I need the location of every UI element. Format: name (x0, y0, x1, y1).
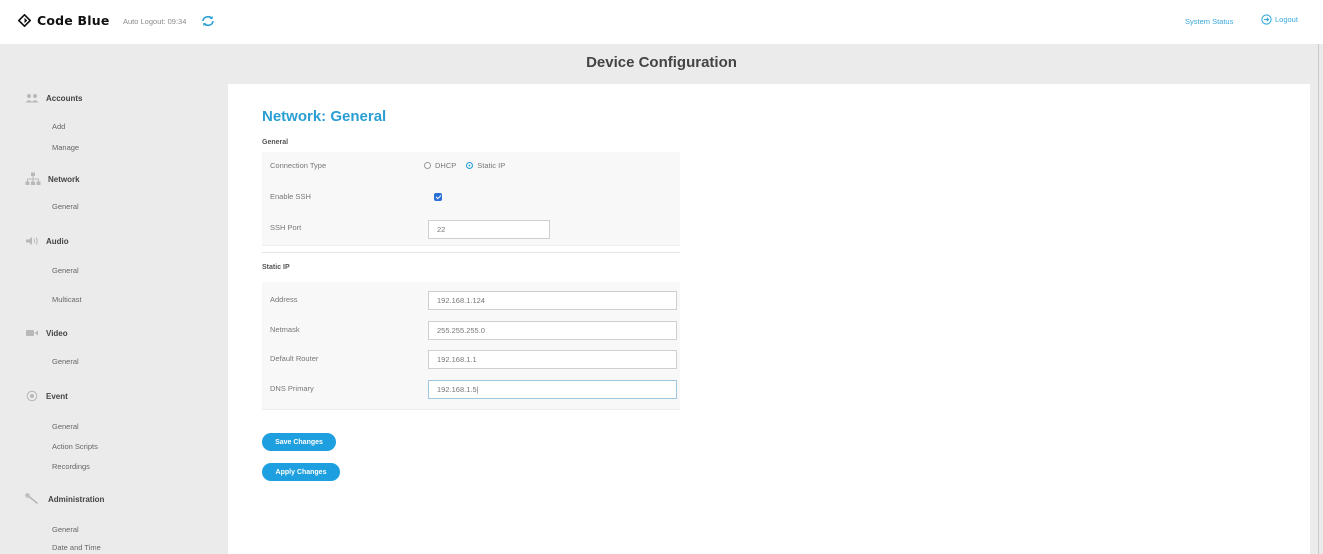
sidebar-section-label: Audio (46, 236, 69, 246)
logout-label: Logout (1275, 15, 1298, 24)
auto-logout-timer: Auto Logout: 09:34 (123, 17, 187, 26)
apply-changes-button[interactable]: Apply Changes (262, 463, 340, 481)
logo-icon (18, 14, 31, 27)
page-header-title: Device Configuration (586, 54, 737, 71)
netmask-input[interactable]: 255.255.255.0 (428, 321, 677, 340)
sidebar-section-label: Administration (48, 494, 105, 504)
sidebar-item-video-general[interactable]: General (52, 357, 79, 366)
connection-type-radios: DHCP Static IP (424, 161, 505, 170)
logout-button[interactable]: Logout (1261, 14, 1298, 25)
enable-ssh-checkbox[interactable] (434, 193, 442, 201)
right-border (1318, 44, 1319, 554)
speaker-icon (26, 237, 38, 245)
sidebar-section-audio[interactable]: Audio (25, 236, 69, 246)
netmask-label: Netmask (270, 325, 300, 334)
dhcp-radio[interactable] (424, 162, 431, 169)
sidebar-section-network[interactable]: Network (25, 172, 80, 186)
static-ip-radio[interactable] (466, 162, 474, 169)
sidebar-item-audio-general[interactable]: General (52, 266, 79, 275)
system-status-link[interactable]: System Status (1185, 17, 1233, 26)
logout-icon (1261, 14, 1272, 25)
logo: Code Blue (18, 13, 110, 28)
sidebar-item-event-recordings[interactable]: Recordings (52, 462, 90, 471)
sidebar-section-label: Accounts (46, 93, 83, 103)
sidebar-item-accounts-add[interactable]: Add (52, 122, 65, 131)
sidebar-item-audio-multicast[interactable]: Multicast (52, 295, 82, 304)
sidebar-item-administration-general[interactable]: General (52, 525, 79, 534)
sidebar-section-administration[interactable]: Administration (25, 493, 104, 505)
sidebar-item-event-action-scripts[interactable]: Action Scripts (52, 442, 98, 451)
dhcp-radio-label: DHCP (435, 161, 457, 170)
default-router-label: Default Router (270, 354, 319, 363)
address-input[interactable]: 192.168.1.124 (428, 291, 677, 310)
sidebar-item-event-general[interactable]: General (52, 422, 79, 431)
general-section-heading: General (262, 139, 289, 146)
static-ip-section-heading: Static IP (262, 264, 290, 271)
network-icon (25, 172, 41, 185)
users-icon (25, 94, 39, 103)
sidebar-item-administration-date-time[interactable]: Date and Time (52, 543, 101, 552)
sidebar-item-accounts-manage[interactable]: Manage (52, 143, 79, 152)
refresh-icon[interactable] (201, 14, 215, 32)
enable-ssh-label: Enable SSH (270, 192, 311, 201)
sidebar-section-label: Network (48, 174, 80, 184)
ssh-port-input[interactable]: 22 (428, 220, 550, 239)
save-changes-button[interactable]: Save Changes (262, 433, 336, 451)
wrench-icon (25, 493, 38, 504)
dns-primary-input[interactable]: 192.168.1.5| (428, 380, 677, 399)
right-edge (1310, 44, 1323, 554)
sidebar-section-label: Event (46, 391, 68, 401)
sidebar-section-accounts[interactable]: Accounts (25, 93, 82, 103)
page-title: Network: General (262, 108, 387, 125)
sidebar-section-video[interactable]: Video (25, 328, 68, 338)
default-router-input[interactable]: 192.168.1.1 (428, 350, 677, 369)
logo-text: Code Blue (37, 13, 110, 28)
sidebar-item-network-general[interactable]: General (52, 202, 79, 211)
static-ip-radio-label: Static IP (477, 161, 506, 170)
sidebar-section-event[interactable]: Event (25, 390, 68, 402)
sidebar (0, 84, 228, 554)
dns-primary-label: DNS Primary (270, 384, 314, 393)
address-label: Address (270, 295, 298, 304)
top-bar: Code Blue Auto Logout: 09:34 System Stat… (0, 0, 1323, 44)
connection-type-label: Connection Type (270, 161, 327, 170)
event-icon (26, 390, 38, 402)
sidebar-section-label: Video (46, 328, 68, 338)
video-camera-icon (26, 330, 38, 336)
section-divider (262, 252, 680, 253)
ssh-port-label: SSH Port (270, 223, 302, 232)
